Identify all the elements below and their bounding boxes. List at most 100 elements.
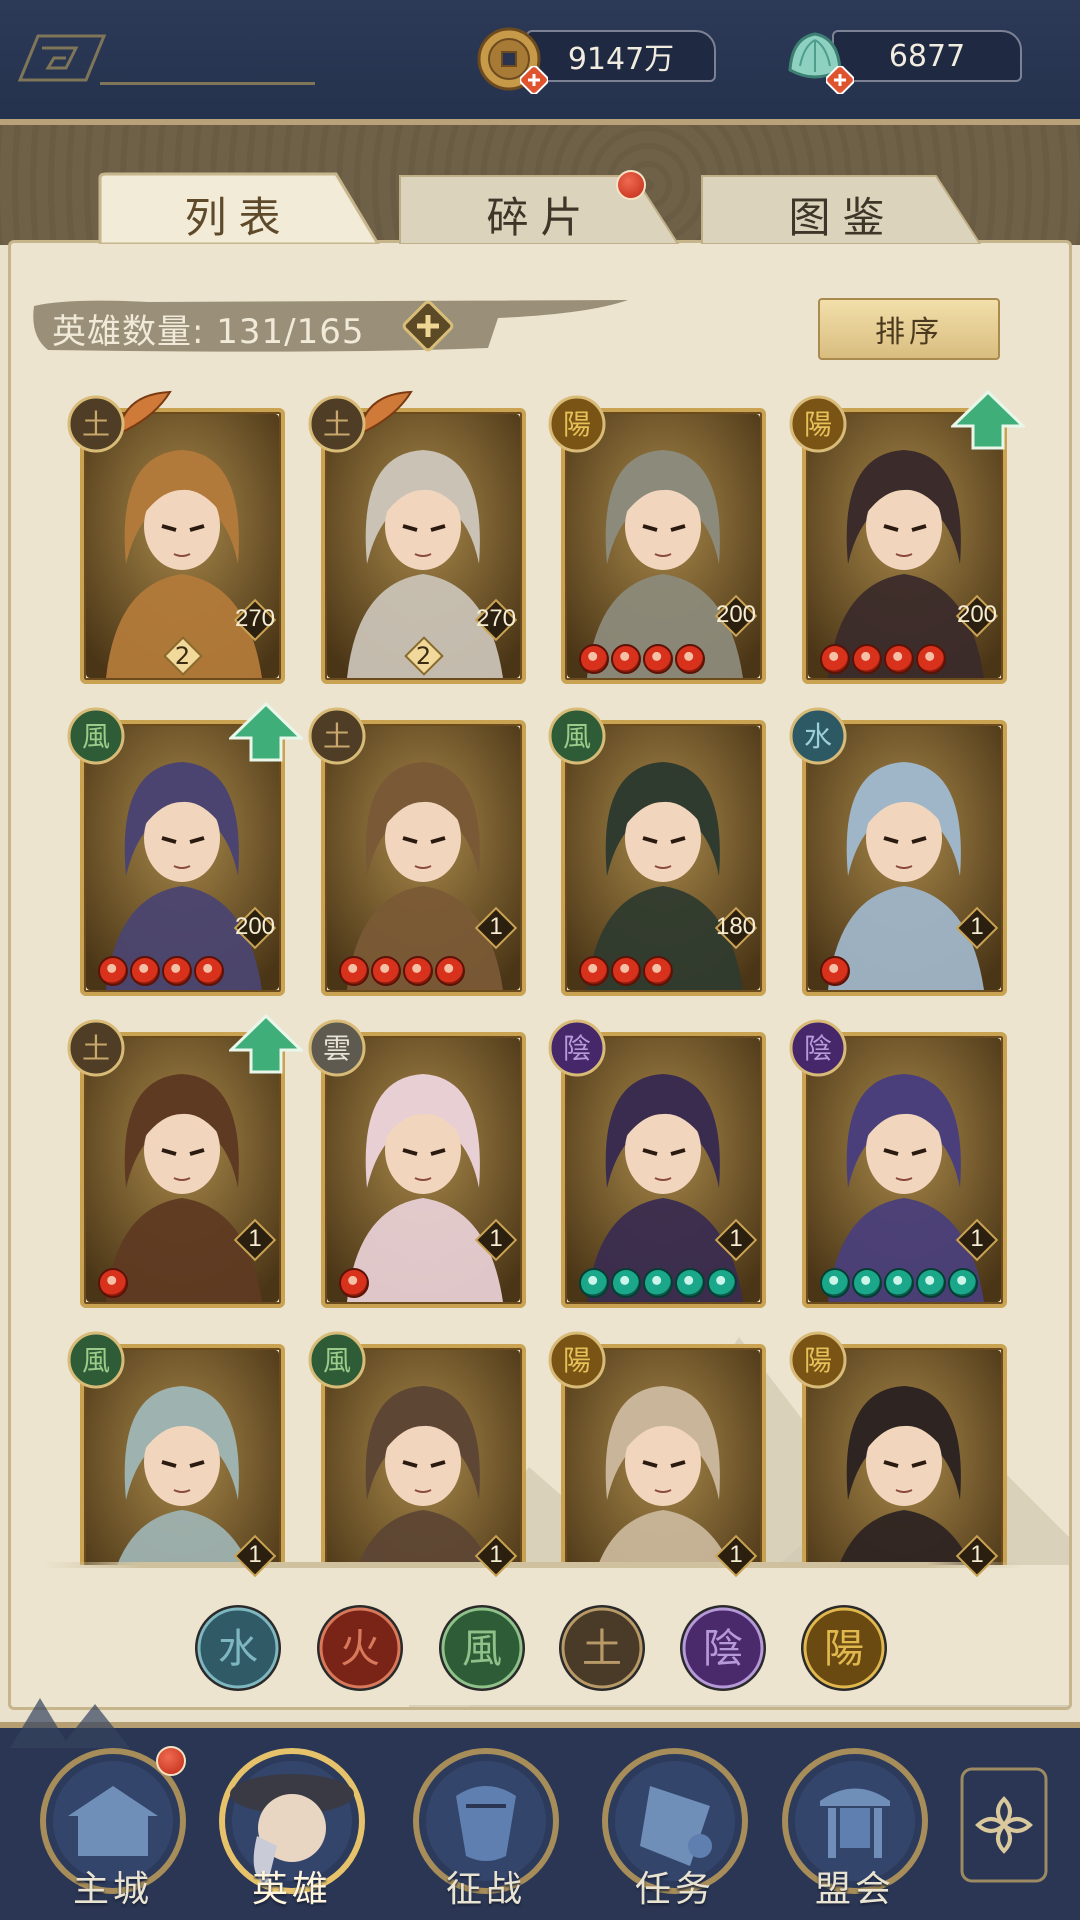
hero-rank: 2 [174,642,191,670]
grid-bottom-divider [44,1562,1024,1568]
element-filter-button[interactable]: 土 [556,1602,648,1694]
upgrade-arrow-icon [229,702,303,762]
nav-item[interactable]: 任务 [600,1746,750,1916]
game-logo-icon [18,34,106,82]
element-badge-icon: 雲 [308,1019,366,1077]
hero-level-badge: 1 [712,1532,760,1580]
hero-card[interactable]: 土 1 [308,707,526,996]
hero-rank-emblem: 2 [402,634,446,678]
star-orb-icon [339,956,369,986]
element-badge-icon: 土 [308,707,366,765]
element-filter-icon: 陰 [680,1605,766,1691]
element-filter-button[interactable]: 陰 [677,1602,769,1694]
hero-level-badge: 1 [712,1216,760,1264]
hero-card[interactable]: 陰 1 [548,1019,766,1308]
logo-divider [100,82,315,85]
hero-level: 200 [715,601,757,628]
nav-item-label: 任务 [634,1869,715,1910]
hero-star-row [820,956,850,988]
hero-level-badge: 1 [472,904,520,952]
hero-star-row [98,1268,128,1300]
hero-star-row [579,956,673,988]
star-orb-icon [675,1268,705,1298]
element-badge-glyph: 土 [323,720,351,753]
element-badge-glyph: 水 [804,720,832,753]
hero-level: 1 [489,1225,503,1252]
hero-level-badge: 270 [231,596,279,644]
sort-button[interactable]: 排序 [818,298,1000,360]
element-badge-icon: 土 [308,395,366,453]
element-filter-button[interactable]: 火 [314,1602,406,1694]
element-filter-glyph: 風 [462,1626,502,1672]
hero-count-label: 英雄数量: [52,312,205,352]
hero-card[interactable]: 土 270 2 [67,390,285,684]
star-orb-icon [162,956,192,986]
element-badge-icon: 陽 [789,1331,847,1389]
star-orb-icon [852,1268,882,1298]
star-orb-icon [130,956,160,986]
star-orb-icon [820,644,850,674]
element-badge-icon: 風 [548,707,606,765]
hero-card[interactable]: 土 270 2 [308,390,526,684]
element-badge-icon: 陽 [789,395,847,453]
element-badge-glyph: 雲 [323,1032,351,1065]
element-filter-button[interactable]: 水 [192,1602,284,1694]
star-orb-icon [579,956,609,986]
star-orb-icon [643,644,673,674]
star-orb-icon [884,1268,914,1298]
element-badge-glyph: 陽 [804,1344,832,1377]
element-filter-glyph: 土 [582,1626,622,1672]
hero-card[interactable]: 土 1 [67,1014,303,1308]
hero-level-badge: 1 [472,1216,520,1264]
hero-level-badge: 1 [472,1532,520,1580]
hero-level-badge: 1 [953,1532,1001,1580]
expand-roster-icon[interactable] [400,298,456,354]
nav-item-label: 英雄 [251,1869,332,1910]
hero-card[interactable]: 陽 200 [789,390,1025,684]
hero-level: 1 [970,1225,984,1252]
element-filter-button[interactable]: 風 [436,1602,528,1694]
tab-codex-label: 图鉴 [788,193,897,242]
add-coins-icon[interactable] [520,66,548,94]
fan-decoration-icon [10,1698,130,1748]
hero-card[interactable]: 雲 1 [308,1019,526,1308]
element-filter-glyph: 火 [340,1626,380,1672]
star-orb-icon [98,956,128,986]
tab-codex[interactable]: 图鉴 [700,172,985,244]
element-badge-glyph: 陽 [563,408,591,441]
add-jade-icon[interactable] [826,66,854,94]
upgrade-arrow-icon [951,390,1025,450]
element-badge-icon: 風 [308,1331,366,1389]
element-badge-icon: 水 [789,707,847,765]
hero-card[interactable]: 風 200 [67,702,303,996]
star-orb-icon [611,1268,641,1298]
hero-level: 200 [234,913,276,940]
element-badge-glyph: 風 [82,1344,110,1377]
hero-card[interactable]: 陽 200 [548,395,766,684]
hero-card[interactable]: 水 1 [789,707,1007,996]
element-badge-glyph: 陽 [804,408,832,441]
nav-item[interactable]: 主城 [38,1746,188,1916]
element-badge-icon: 土 [67,1019,125,1077]
nav-item[interactable]: 盟会 [780,1746,930,1916]
element-filter-glyph: 陽 [824,1626,864,1672]
hero-card[interactable]: 風 180 [548,707,766,996]
star-orb-icon [579,1268,609,1298]
more-menu-button[interactable] [958,1765,1050,1885]
element-badge-glyph: 陰 [804,1032,832,1065]
hero-card[interactable]: 陰 1 [789,1019,1007,1308]
jade-resource: 6877 [782,30,1052,94]
element-badge-glyph: 陰 [563,1032,591,1065]
nav-notification-dot [156,1746,186,1776]
hero-level-badge: 200 [231,904,279,952]
hero-level-badge: 1 [231,1532,279,1580]
element-badge-glyph: 風 [563,720,591,753]
tab-list[interactable]: 列表 [96,172,381,244]
element-filter-glyph: 水 [218,1626,258,1672]
nav-item[interactable]: 英雄 [217,1746,367,1916]
star-orb-icon [611,644,641,674]
element-filter-button[interactable]: 陽 [798,1602,890,1694]
nav-item-label: 盟会 [814,1869,895,1910]
star-orb-icon [852,644,882,674]
nav-item[interactable]: 征战 [411,1746,561,1916]
